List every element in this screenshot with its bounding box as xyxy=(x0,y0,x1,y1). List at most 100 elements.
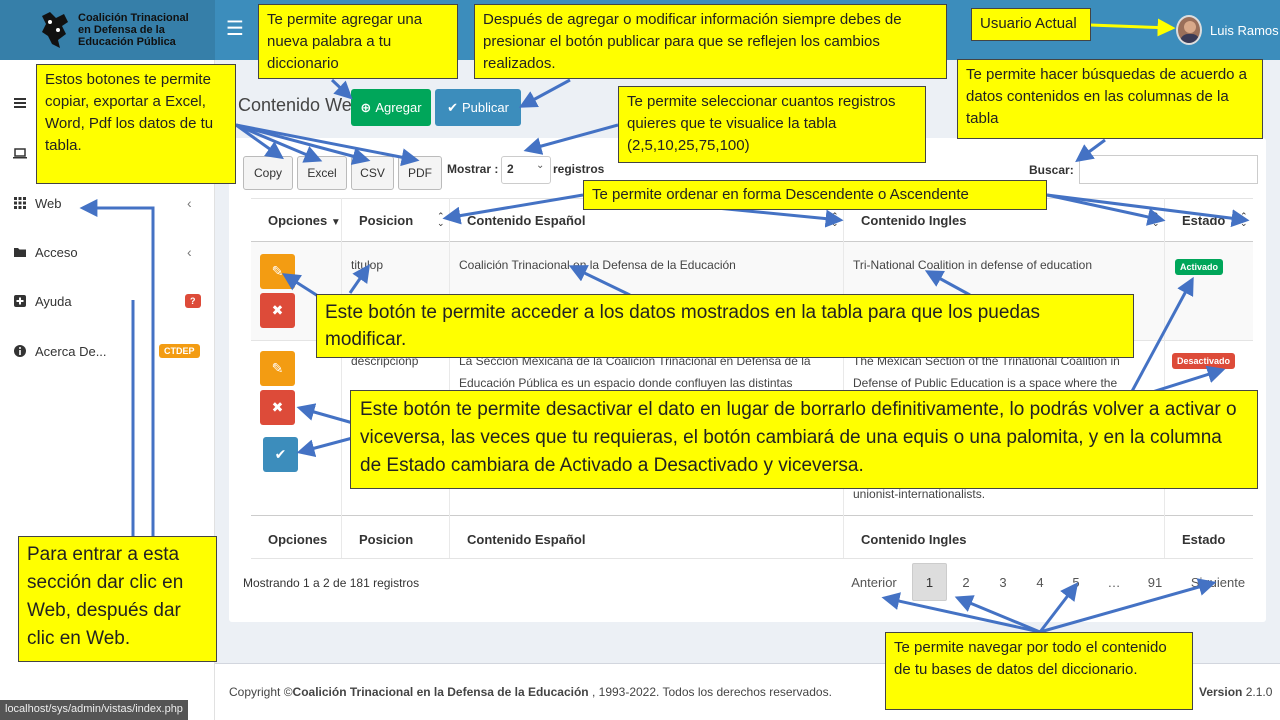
dashboard-icon xyxy=(14,98,26,108)
edit-button[interactable]: ✎ xyxy=(260,254,295,289)
length-suffix: registros xyxy=(553,162,605,176)
search-label: Buscar: xyxy=(1029,163,1074,177)
cell-espanol: Coalición Trinacional en la Defensa de l… xyxy=(459,258,736,272)
callout-web: Para entrar a esta sección dar clic en W… xyxy=(18,536,217,662)
user-menu[interactable]: Luis Ramos xyxy=(1176,12,1279,48)
deactivate-button[interactable]: ✖ xyxy=(260,390,295,425)
grid-icon xyxy=(14,197,26,209)
cell-ingles: Tri-National Coalition in defense of edu… xyxy=(853,258,1093,272)
pagination-page-4[interactable]: 4 xyxy=(1025,563,1055,601)
callout-mostrar: Te permite seleccionar cuantos registros… xyxy=(618,86,926,163)
callout-buscar: Te permite hacer búsquedas de acuerdo a … xyxy=(957,59,1263,139)
add-button[interactable]: ⊕ Agregar xyxy=(351,89,431,126)
cell-posicion: titulop xyxy=(351,258,384,272)
table-info: Mostrando 1 a 2 de 181 registros xyxy=(243,576,420,590)
sort-icon[interactable]: ⌃ ⌄ xyxy=(1240,212,1248,228)
pencil-icon: ✎ xyxy=(271,360,284,376)
pagination-ellipsis: … xyxy=(1107,574,1121,590)
search-input[interactable] xyxy=(1079,155,1258,184)
pencil-icon: ✎ xyxy=(271,263,284,279)
column-header-estado[interactable]: Estado xyxy=(1182,213,1225,228)
sidebar-item-label: Acerca De... xyxy=(35,343,107,359)
column-header-opciones[interactable]: Opciones ▼ xyxy=(268,213,341,228)
col-divider xyxy=(843,198,844,558)
callout-desactivar: Este botón te permite desactivar el dato… xyxy=(350,390,1258,489)
version-label: Version xyxy=(1199,685,1243,699)
sidebar-item-label: Web xyxy=(35,195,62,211)
footer-header-estado: Estado xyxy=(1182,532,1226,547)
pagination-page-91[interactable]: 91 xyxy=(1140,563,1170,601)
sort-icon[interactable]: ⌃ ⌄ xyxy=(437,212,445,228)
deactivate-button[interactable]: ✖ xyxy=(260,293,295,328)
coalition-logo-icon xyxy=(42,12,68,48)
menu-toggle-icon[interactable]: ☰ xyxy=(226,17,244,41)
plus-circle-icon: ⊕ xyxy=(360,99,372,115)
close-icon: ✖ xyxy=(271,399,284,415)
laptop-icon xyxy=(13,148,27,159)
callout-publicar: Después de agregar o modificar informaci… xyxy=(474,4,947,79)
copyright-org: Coalición Trinacional en la Defensa de l… xyxy=(292,685,589,699)
publish-button-label: Publicar xyxy=(461,100,509,115)
chevron-left-icon: ‹ xyxy=(187,244,192,260)
copy-button[interactable]: Copy xyxy=(243,156,293,190)
brand-name: Coalición Trinacional en Defensa de la E… xyxy=(78,12,189,48)
length-label: Mostrar : xyxy=(447,162,499,176)
check-icon: ✔ xyxy=(447,99,458,115)
status-badge: Activado xyxy=(1175,259,1224,275)
pdf-button[interactable]: PDF xyxy=(398,156,442,190)
col-divider xyxy=(449,198,450,558)
ctdep-badge: CTDEP xyxy=(159,344,200,358)
sidebar-item-web[interactable]: Web ‹ xyxy=(0,188,215,218)
sidebar-item-label: Acceso xyxy=(35,244,78,260)
pagination-next[interactable]: Siguiente xyxy=(1186,563,1250,601)
close-icon: ✖ xyxy=(271,302,284,318)
version-number: 2.1.0 xyxy=(1245,685,1273,699)
plus-square-icon xyxy=(14,295,26,307)
check-icon: ✔ xyxy=(274,446,287,462)
caret-down-icon: ▼ xyxy=(330,217,341,228)
sidebar-item-acerca[interactable]: Acerca De... CTDEP xyxy=(0,336,215,366)
callout-exportar: Estos botones te permite copiar, exporta… xyxy=(36,64,236,184)
sort-icon[interactable]: ⌃ ⌄ xyxy=(831,212,839,228)
column-header-ingles[interactable]: Contenido Ingles xyxy=(861,213,966,228)
column-header-espanol[interactable]: Contenido Español xyxy=(467,213,585,228)
publish-button[interactable]: ✔ Publicar xyxy=(435,89,521,126)
callout-ordenar: Te permite ordenar en forma Descendente … xyxy=(583,180,1047,210)
col-divider xyxy=(1164,198,1165,558)
pagination-prev[interactable]: Anterior xyxy=(845,563,903,601)
add-button-label: Agregar xyxy=(375,100,422,115)
info-circle-icon xyxy=(14,345,26,357)
callout-usuario: Usuario Actual xyxy=(971,8,1091,41)
page-title: Contenido Web xyxy=(238,95,362,115)
excel-button[interactable]: Excel xyxy=(297,156,347,190)
pagination-page-3[interactable]: 3 xyxy=(988,563,1018,601)
help-badge: ? xyxy=(185,294,201,308)
sidebar-item-label: Ayuda xyxy=(35,293,72,309)
callout-agregar: Te permite agregar una nueva palabra a t… xyxy=(258,4,458,79)
footer-header-espanol: Contenido Español xyxy=(467,532,586,547)
sidebar-item-ayuda[interactable]: Ayuda ? xyxy=(0,286,215,316)
activate-button[interactable]: ✔ xyxy=(263,437,298,472)
pagination-page-2[interactable]: 2 xyxy=(951,563,981,601)
user-name: Luis Ramos xyxy=(1210,22,1279,38)
pagination-page-1[interactable]: 1 xyxy=(912,563,947,601)
csv-button[interactable]: CSV xyxy=(351,156,394,190)
table-bottom-border xyxy=(251,558,1253,559)
chevron-left-icon: ‹ xyxy=(187,195,192,211)
version-info: Version 2.1.0 xyxy=(1199,685,1272,699)
footer-header-posicion: Posicion xyxy=(359,532,414,547)
status-badge: Desactivado xyxy=(1172,353,1236,369)
edit-button[interactable]: ✎ xyxy=(260,351,295,386)
chevron-down-icon: ⌄ xyxy=(536,160,545,171)
sort-icon[interactable]: ⌃ ⌄ xyxy=(1152,212,1160,228)
logo-area[interactable]: Coalición Trinacional en Defensa de la E… xyxy=(0,0,215,60)
pagination-page-5[interactable]: 5 xyxy=(1061,563,1091,601)
copyright: Copyright ©Coalición Trinacional en la D… xyxy=(229,685,832,699)
sidebar-item-acceso[interactable]: Acceso ‹ xyxy=(0,237,215,267)
copyright-suffix: , 1993-2022. Todos los derechos reservad… xyxy=(588,685,832,699)
callout-navegar: Te permite navegar por todo el contenido… xyxy=(885,632,1193,710)
col-divider xyxy=(341,198,342,558)
callout-editar: Este botón te permite acceder a los dato… xyxy=(316,294,1134,358)
footer-header-opciones: Opciones xyxy=(268,532,328,547)
column-header-posicion[interactable]: Posicion xyxy=(359,213,413,228)
